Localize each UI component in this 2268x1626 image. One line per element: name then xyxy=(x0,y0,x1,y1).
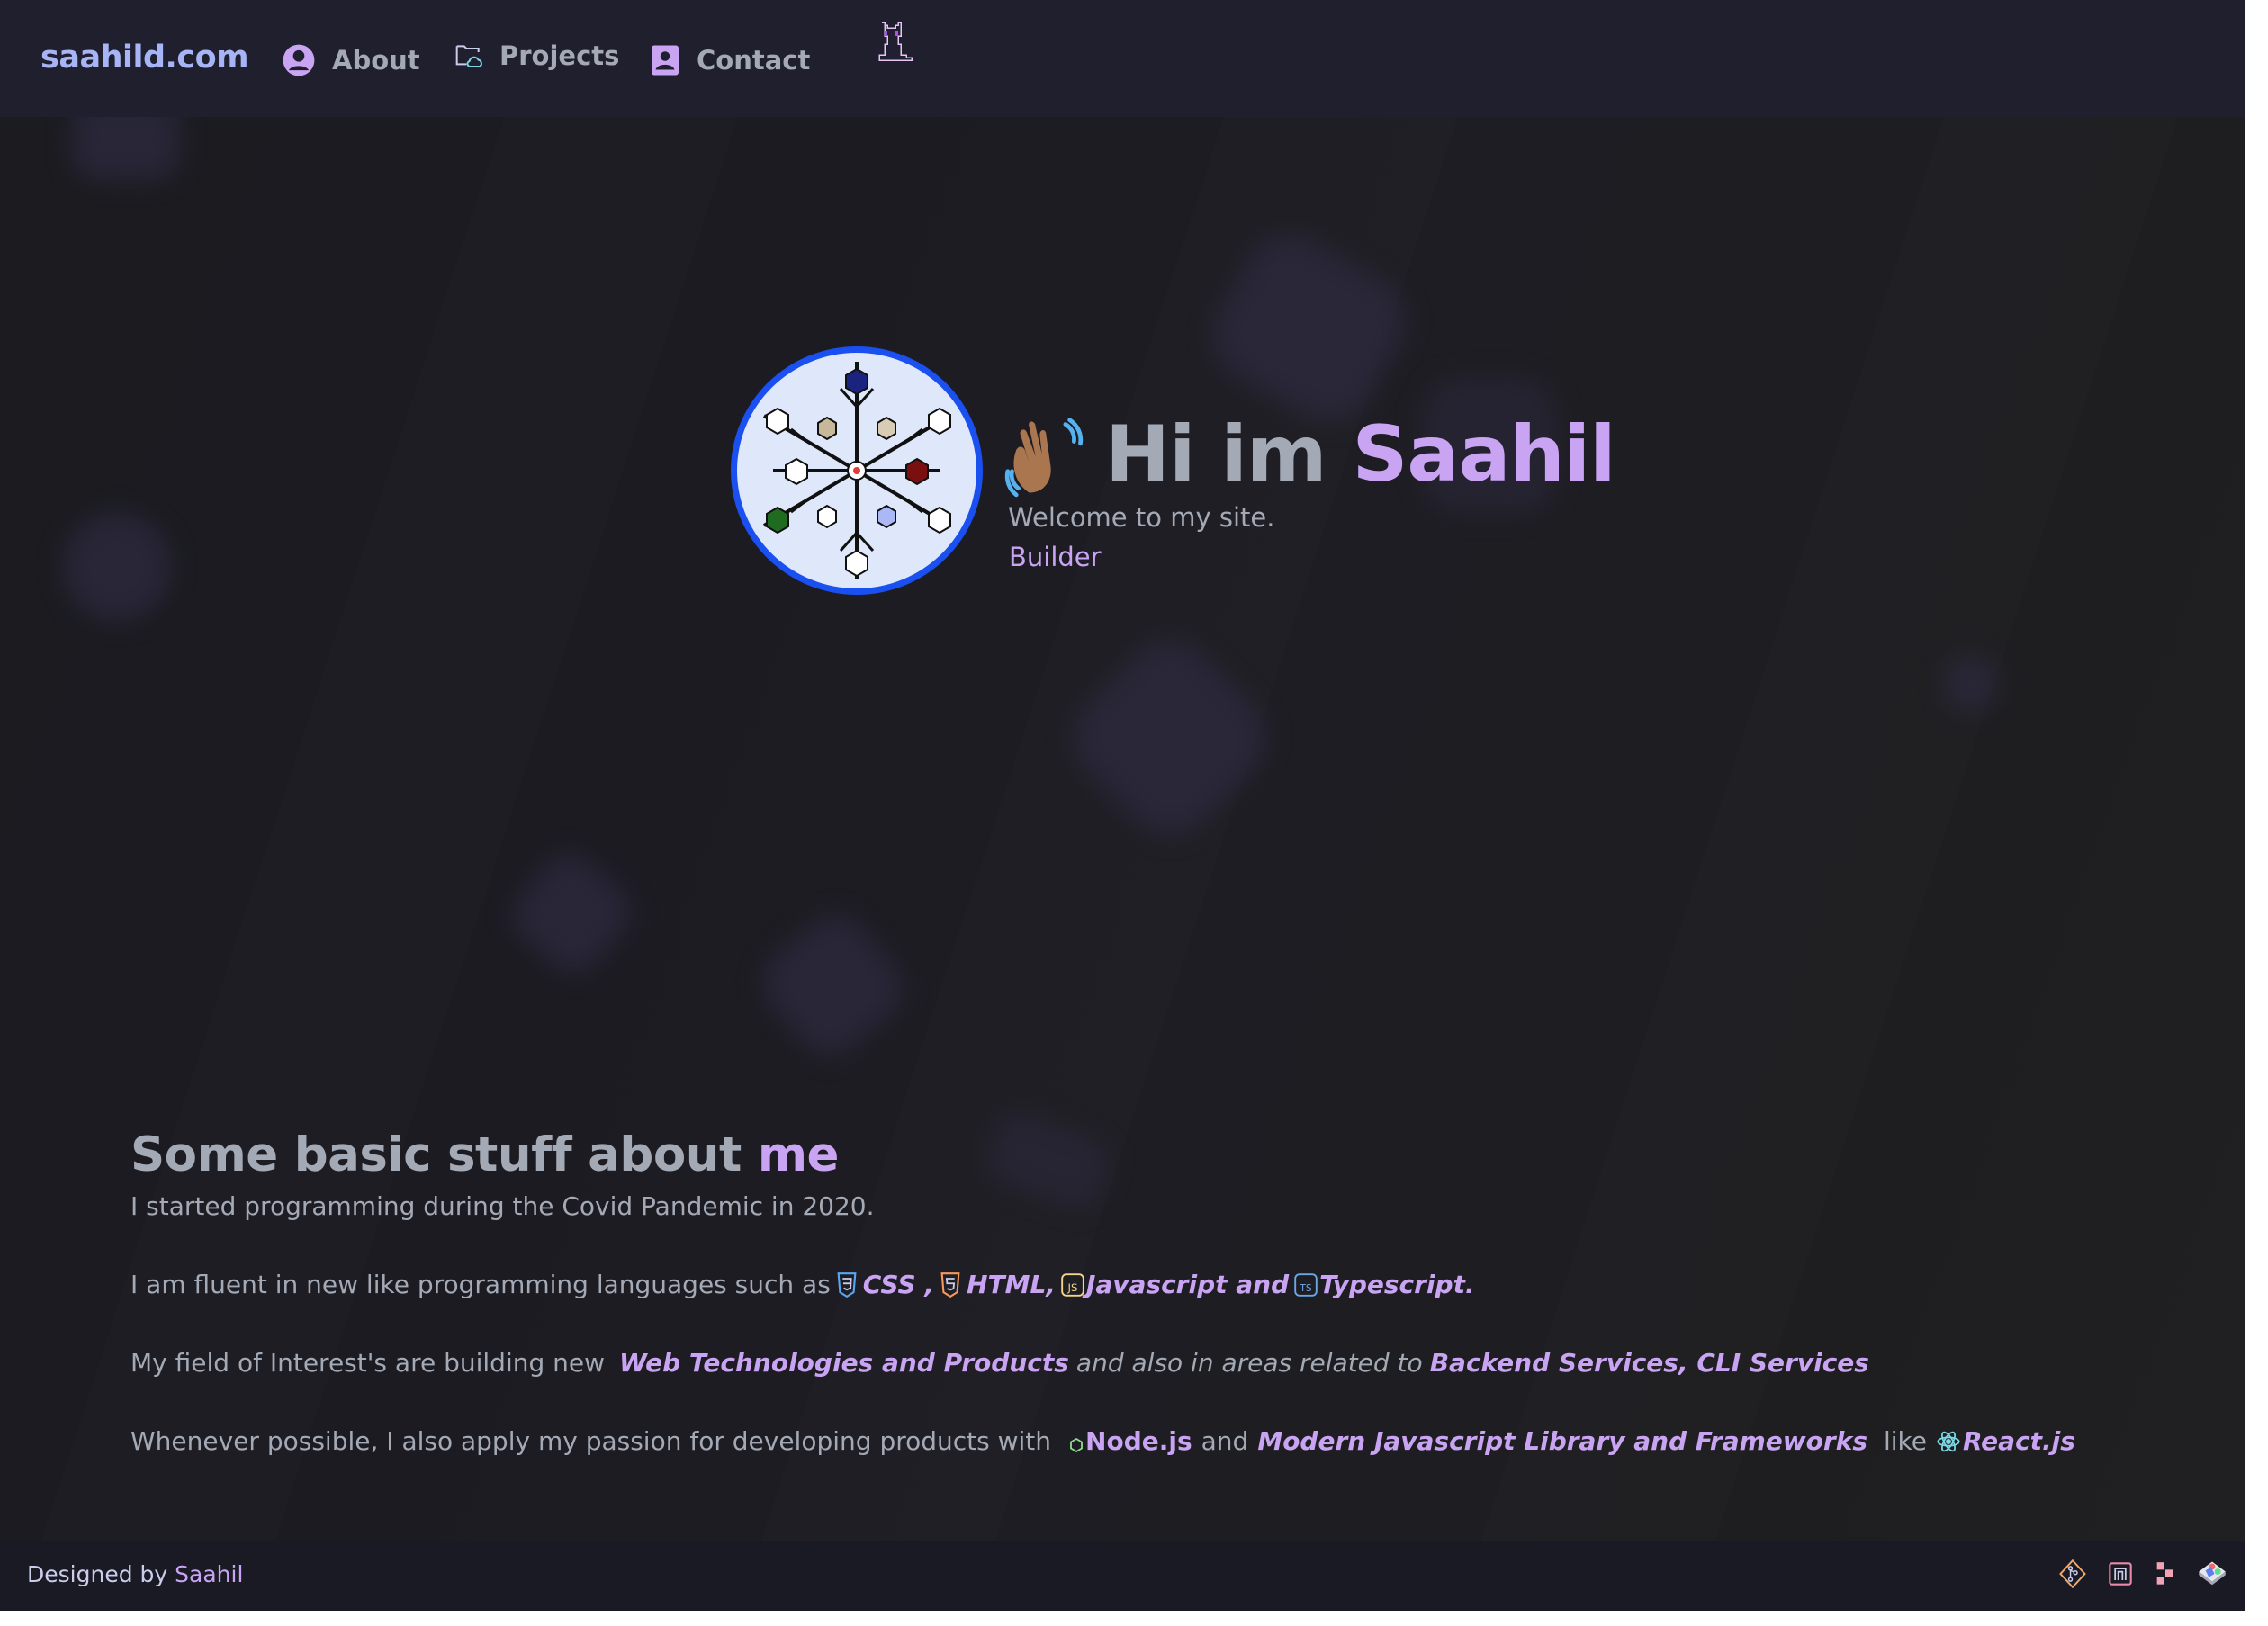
typescript-icon: TS xyxy=(1294,1272,1318,1297)
welcome-text: Welcome to my site. xyxy=(1008,502,1275,533)
footer-icons xyxy=(2059,1559,2227,1592)
background-blob xyxy=(1944,657,1998,711)
nav-item-about[interactable]: About xyxy=(282,38,420,83)
nodejs-highlight: Node.js xyxy=(1085,1426,1192,1456)
about-paragraph-interests: My field of Interest's are building new … xyxy=(130,1348,1869,1378)
stack-icon[interactable] xyxy=(2198,1560,2227,1591)
frameworks-highlight: Modern Javascript Library and Frameworks xyxy=(1257,1426,1868,1456)
avatar xyxy=(731,346,983,595)
footer-author-link[interactable]: Saahil xyxy=(175,1561,243,1587)
nuxt-icon[interactable] xyxy=(2108,1561,2133,1590)
nav-item-label: Projects xyxy=(500,40,620,71)
footer-credit: Designed by Saahil xyxy=(27,1561,243,1587)
web-tech-highlight: Web Technologies and Products xyxy=(619,1348,1069,1378)
contact-card-icon xyxy=(650,44,680,76)
nav-item-contact[interactable]: Contact xyxy=(650,38,810,83)
paragraph-text: like xyxy=(1884,1426,1928,1456)
nav-item-label: About xyxy=(332,45,420,76)
nav-item-projects[interactable]: Projects xyxy=(454,33,619,78)
hero-greeting: Hi im Saahil xyxy=(1105,409,1616,499)
about-heading: Some basic stuff about me xyxy=(130,1127,839,1182)
paragraph-text: Whenever possible, I also apply my passi… xyxy=(130,1426,1052,1456)
paragraph-text: I am fluent in new like programming lang… xyxy=(130,1270,831,1299)
folder-cloud-icon xyxy=(454,42,483,69)
snowflake-icon xyxy=(762,362,951,579)
javascript-icon: JS xyxy=(1061,1272,1084,1297)
react-icon xyxy=(1936,1429,1961,1454)
top-nav: saahild.com About Projects Contact xyxy=(0,0,2245,117)
svg-text:TS: TS xyxy=(1300,1282,1312,1294)
footer: Designed by Saahil xyxy=(0,1541,2245,1611)
nav-item-label: Contact xyxy=(697,45,811,76)
typescript-highlight: Typescript. xyxy=(1319,1270,1475,1299)
background-blob xyxy=(63,513,171,621)
about-paragraph-languages: I am fluent in new like programming lang… xyxy=(130,1270,1475,1299)
svg-text:JS: JS xyxy=(1066,1281,1077,1294)
page: saahild.com About Projects Contact Hi im… xyxy=(0,0,2245,1611)
javascript-highlight: Javascript and xyxy=(1085,1270,1290,1299)
html5-icon xyxy=(940,1271,961,1298)
about-paragraph-passion: Whenever possible, I also apply my passi… xyxy=(130,1426,2075,1456)
role-text: Builder xyxy=(1009,542,1102,572)
hero-name: Saahil xyxy=(1352,409,1616,499)
html-highlight: HTML, xyxy=(967,1270,1056,1299)
paragraph-text: My field of Interest's are building new xyxy=(130,1348,606,1378)
git-icon[interactable] xyxy=(2059,1559,2086,1592)
css-highlight: CSS , xyxy=(862,1270,935,1299)
site-logo[interactable]: saahild.com xyxy=(40,40,249,76)
backend-highlight: Backend Services, CLI Services xyxy=(1429,1348,1869,1378)
tech-logo-icon[interactable] xyxy=(2155,1561,2176,1590)
user-circle-icon xyxy=(282,43,316,77)
waving-hand-icon xyxy=(1004,416,1089,505)
about-paragraph-start: I started programming during the Covid P… xyxy=(130,1191,875,1221)
paragraph-text: and also in areas related to xyxy=(1076,1348,1423,1378)
about-heading-text: Some basic stuff about xyxy=(130,1127,742,1182)
about-heading-accent: me xyxy=(757,1127,840,1182)
footer-credit-text: Designed by xyxy=(27,1561,168,1587)
css3-icon xyxy=(836,1271,858,1298)
nodejs-icon xyxy=(1069,1437,1084,1453)
greeting-text: Hi im xyxy=(1105,409,1327,499)
pixel-cat-icon[interactable] xyxy=(868,20,917,72)
paragraph-text: and xyxy=(1201,1426,1249,1456)
react-highlight: React.js xyxy=(1963,1426,2075,1456)
